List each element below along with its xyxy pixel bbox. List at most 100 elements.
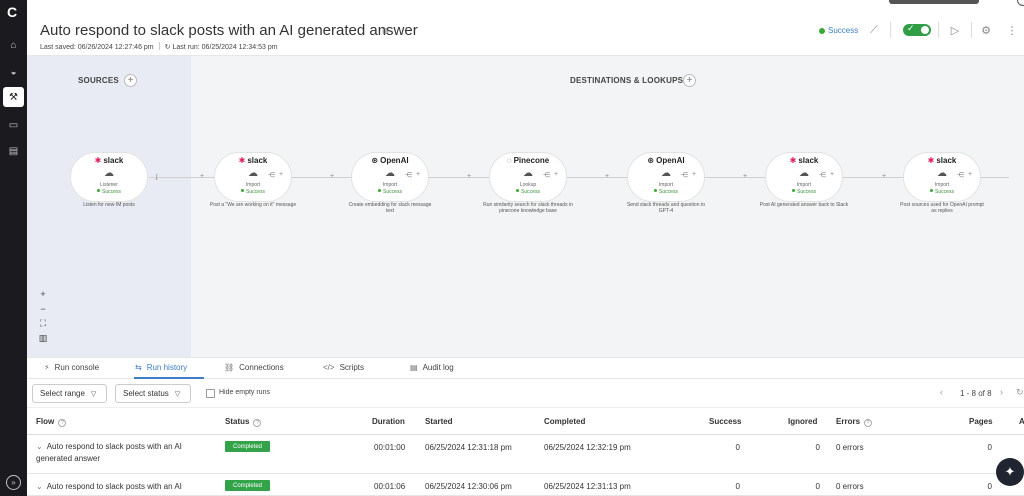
- add-step-button[interactable]: +: [416, 171, 420, 178]
- user-avatar[interactable]: [1017, 0, 1024, 6]
- code-icon: </>: [323, 363, 335, 372]
- settings-icon[interactable]: ⚙: [978, 22, 994, 38]
- last-saved: Last saved: 06/26/2024 12:27:46 pm: [40, 44, 154, 51]
- help-icon[interactable]: ?: [864, 419, 873, 427]
- branch-icon[interactable]: ⋲: [957, 171, 964, 179]
- minimap-button[interactable]: ▥: [36, 332, 50, 345]
- col-errors[interactable]: Errors?: [836, 417, 873, 427]
- flow-node-step[interactable]: ✱ slack ☁ ⋲ + Import Success Post a "We a…: [210, 152, 296, 218]
- tab-connections[interactable]: ⛓ Connections: [224, 363, 284, 372]
- add-step-button[interactable]: +: [692, 171, 696, 178]
- connector-add-button[interactable]: +: [743, 173, 747, 180]
- run-icon[interactable]: ▷: [947, 22, 963, 38]
- flow-canvas[interactable]: SOURCES + DESTINATIONS & LOOKUPS + ⌋ + +…: [27, 56, 1024, 357]
- dashboard-icon[interactable]: ◒: [3, 62, 24, 82]
- ai-assistant-button[interactable]: ✦: [996, 458, 1024, 486]
- flow-enabled-toggle[interactable]: ✓: [903, 23, 931, 36]
- col-flow[interactable]: Flow?: [36, 417, 67, 427]
- tools-icon[interactable]: ⚒: [3, 87, 24, 107]
- expand-chevron-icon[interactable]: ⌄: [36, 442, 43, 451]
- node-brand-label: slack: [798, 156, 819, 165]
- hide-empty-label[interactable]: Hide empty runs: [219, 389, 270, 396]
- tab-run-history[interactable]: ⇆ Run history: [135, 363, 187, 372]
- branch-icon[interactable]: ⋲: [543, 171, 550, 179]
- more-icon[interactable]: ⋮: [1004, 22, 1020, 38]
- add-step-button[interactable]: +: [830, 171, 834, 178]
- row-flow[interactable]: ⌄ Auto respond to slack posts with an AI …: [36, 441, 206, 465]
- node-brand-label: OpenAI: [656, 156, 685, 165]
- node-status: Success: [489, 189, 567, 195]
- hide-empty-checkbox[interactable]: [206, 389, 215, 398]
- cloud-icon: ☁: [661, 168, 671, 179]
- divider: [971, 22, 972, 38]
- branch-icon[interactable]: ⋲: [819, 171, 826, 179]
- node-description: Post sources used for OpenAI prompt as r…: [900, 202, 984, 214]
- col-status[interactable]: Status?: [225, 417, 262, 427]
- flow-node-step[interactable]: ◌ Pinecone ☁ ⋲ + Lookup Success Run simil…: [483, 152, 573, 218]
- connector-handle[interactable]: ⌋: [155, 173, 158, 181]
- next-page-button[interactable]: ›: [1000, 387, 1003, 397]
- folder-icon[interactable]: ▭: [3, 115, 24, 135]
- storage-icon[interactable]: ▤: [3, 141, 24, 161]
- app-logo[interactable]: C: [7, 4, 17, 20]
- connector-add-button[interactable]: +: [330, 173, 334, 180]
- flow-node-listener[interactable]: ✱ slack ☁ Listener Success Listen for new…: [70, 152, 148, 218]
- zoom-out-button[interactable]: −: [36, 302, 50, 315]
- title-menu-icon[interactable]: ≡: [382, 24, 389, 38]
- chart-icon[interactable]: ⟋: [866, 22, 882, 38]
- status-select[interactable]: Select status ▽: [115, 384, 191, 403]
- expand-chevron-icon[interactable]: ⌄: [36, 482, 43, 491]
- branch-icon[interactable]: ⋲: [268, 171, 275, 179]
- row-success: 0: [735, 443, 740, 452]
- connector-add-button[interactable]: +: [200, 173, 204, 180]
- connector-add-button[interactable]: +: [882, 173, 886, 180]
- flow-node-step[interactable]: ⊛ OpenAI ☁ ⋲ + Import Success Send slack …: [627, 152, 705, 218]
- node-kind: Import: [934, 182, 950, 188]
- node-status: Success: [903, 189, 981, 195]
- flow-node-step[interactable]: ⊛ OpenAI ☁ ⋲ + Import Success Create embe…: [349, 152, 431, 218]
- flow-title[interactable]: Auto respond to slack posts with an AI g…: [40, 22, 418, 39]
- node-kind: Listener: [100, 182, 118, 188]
- help-icon[interactable]: ?: [58, 419, 67, 427]
- add-step-button[interactable]: +: [968, 171, 972, 178]
- col-more[interactable]: A: [1019, 417, 1024, 426]
- zoom-in-button[interactable]: +: [36, 287, 50, 300]
- table-row[interactable]: ⌄ Auto respond to slack posts with an AI …: [27, 435, 1024, 474]
- add-step-button[interactable]: +: [554, 171, 558, 178]
- toggle-knob: [921, 26, 929, 34]
- log-icon: ▤: [410, 363, 418, 372]
- branch-icon[interactable]: ⋲: [405, 171, 412, 179]
- col-completed[interactable]: Completed: [544, 417, 585, 426]
- connector-add-button[interactable]: +: [467, 173, 471, 180]
- range-select[interactable]: Select range ▽: [32, 384, 107, 403]
- add-destination-button[interactable]: +: [683, 74, 696, 87]
- home-icon[interactable]: ⌂: [3, 35, 24, 55]
- tab-run-console[interactable]: ⚡ Run console: [44, 363, 99, 372]
- table-row[interactable]: ⌄ Auto respond to slack posts with an AI …: [27, 474, 1024, 496]
- row-flow[interactable]: ⌄ Auto respond to slack posts with an AI: [36, 481, 206, 493]
- tab-audit-log[interactable]: ▤ Audit log: [410, 363, 454, 372]
- row-pages: 0: [987, 443, 992, 452]
- prev-page-button[interactable]: ‹: [940, 387, 943, 397]
- flow-node-step[interactable]: ✱ slack ☁ ⋲ + Import Success Post sources…: [900, 152, 984, 218]
- node-status: Success: [214, 189, 292, 195]
- node-description: Post a "We are working on it" message: [209, 202, 297, 208]
- branch-icon[interactable]: ⋲: [681, 171, 688, 179]
- help-icon[interactable]: ?: [253, 419, 262, 427]
- expand-nav-icon[interactable]: »: [6, 475, 21, 490]
- last-run: Last run: 06/25/2024 12:34:53 pm: [172, 44, 278, 51]
- col-success[interactable]: Success: [709, 417, 741, 426]
- add-step-button[interactable]: +: [279, 171, 283, 178]
- refresh-icon[interactable]: ↻: [1016, 387, 1024, 398]
- add-source-button[interactable]: +: [124, 74, 137, 87]
- col-ignored[interactable]: Ignored: [788, 417, 817, 426]
- connector-add-button[interactable]: +: [605, 173, 609, 180]
- node-kind: Import: [382, 182, 398, 188]
- node-brand-label: slack: [936, 156, 957, 165]
- fit-view-button[interactable]: ⛶: [36, 317, 50, 330]
- flow-node-step[interactable]: ✱ slack ☁ ⋲ + Import Success Post AI gene…: [760, 152, 848, 218]
- col-started[interactable]: Started: [425, 417, 453, 426]
- col-duration[interactable]: Duration: [372, 417, 405, 426]
- col-pages[interactable]: Pages: [969, 417, 993, 426]
- tab-scripts[interactable]: </> Scripts: [323, 363, 364, 372]
